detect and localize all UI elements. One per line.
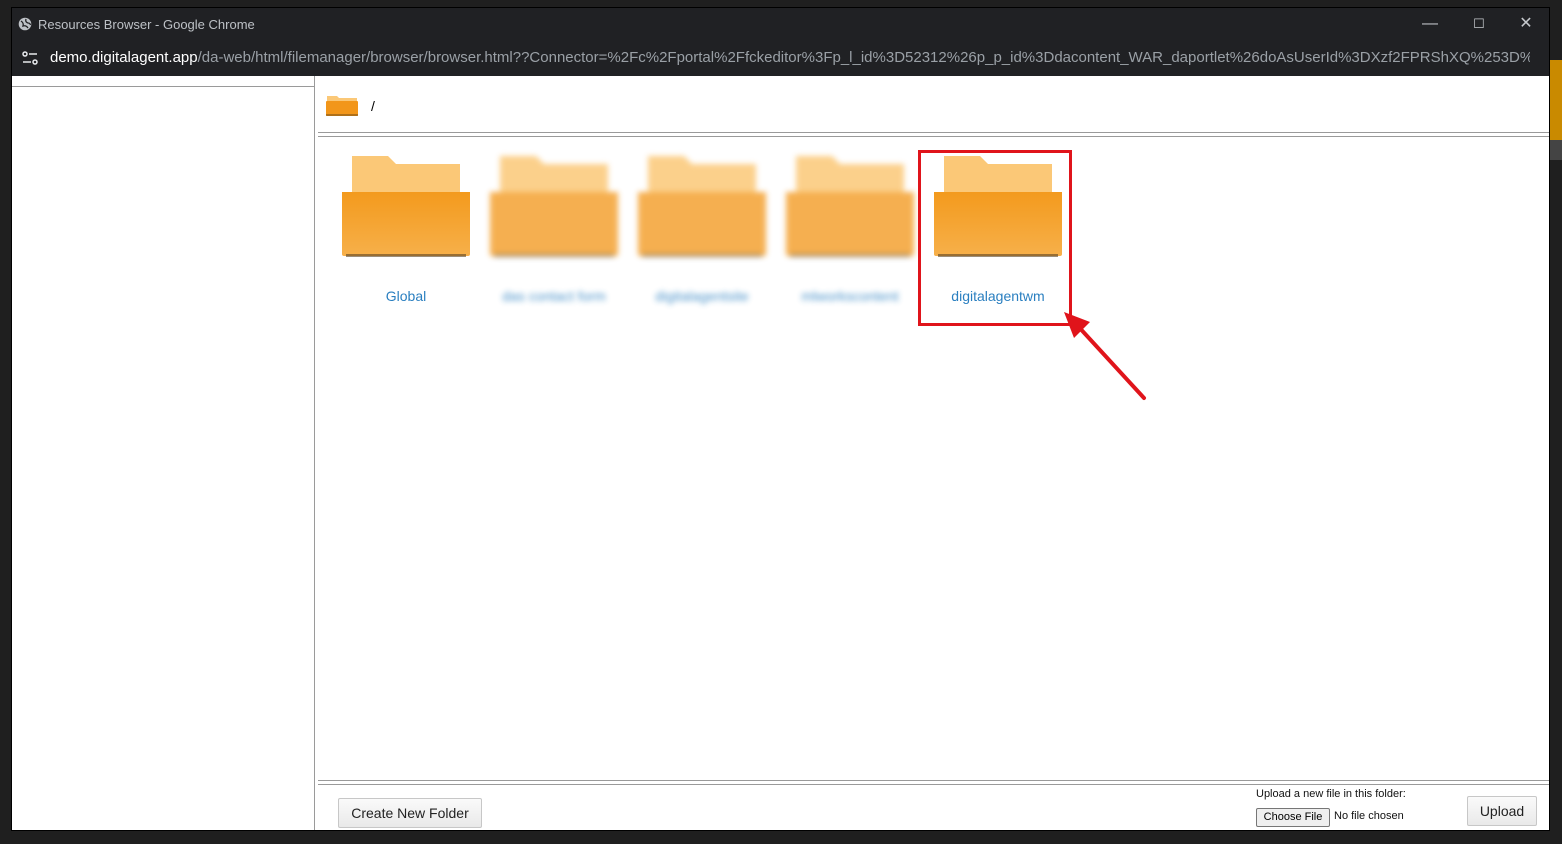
- close-button[interactable]: ✕: [1514, 14, 1538, 34]
- breadcrumb-path[interactable]: /: [371, 98, 375, 114]
- minimize-button[interactable]: —: [1418, 14, 1442, 34]
- folder-icon: [326, 96, 358, 116]
- folder-icon: [786, 156, 914, 257]
- folder-label[interactable]: mlworkscontent: [776, 288, 924, 304]
- address-bar[interactable]: demo.digitalagent.app/da-web/html/filema…: [12, 40, 1549, 76]
- browser-pane: / Global das contact form digitalagentsi…: [318, 76, 1549, 830]
- url-text[interactable]: demo.digitalagent.app/da-web/html/filema…: [50, 49, 1530, 66]
- file-manager: / Global das contact form digitalagentsi…: [12, 76, 1549, 830]
- highlight-box: [918, 150, 1072, 326]
- maximize-button[interactable]: ☐: [1467, 14, 1491, 34]
- folder-item[interactable]: Global: [332, 150, 480, 304]
- annotation-arrow: [1064, 312, 1146, 400]
- folder-label[interactable]: digitalagentsite: [628, 288, 776, 304]
- folder-grid: Global das contact form digitalagentsite…: [318, 140, 1549, 780]
- folder-label[interactable]: Global: [332, 288, 480, 304]
- upload-hint: Upload a new file in this folder:: [1256, 788, 1406, 800]
- folder-item[interactable]: das contact form: [480, 150, 628, 304]
- folder-tree-pane: [12, 76, 315, 830]
- folder-icon: [490, 156, 618, 257]
- divider: [318, 780, 1549, 785]
- create-folder-button[interactable]: Create New Folder: [338, 798, 482, 828]
- title-bar: Resources Browser - Google Chrome — ☐ ✕: [12, 8, 1549, 40]
- url-path: /da-web/html/filemanager/browser/browser…: [197, 49, 1530, 66]
- site-settings-icon[interactable]: [22, 51, 38, 65]
- window-title: Resources Browser - Google Chrome: [38, 17, 255, 32]
- folder-icon: [342, 156, 470, 257]
- no-file-text: No file chosen: [1334, 810, 1404, 822]
- folder-item[interactable]: mlworkscontent: [776, 150, 924, 304]
- upload-button[interactable]: Upload: [1467, 796, 1537, 826]
- url-host: demo.digitalagent.app: [50, 49, 198, 66]
- globe-icon: [18, 17, 32, 31]
- divider: [318, 132, 1549, 137]
- choose-file-button[interactable]: Choose File: [1256, 808, 1330, 827]
- background-page-edge: [1550, 60, 1562, 140]
- folder-item[interactable]: digitalagentsite: [628, 150, 776, 304]
- popup-window: Resources Browser - Google Chrome — ☐ ✕ …: [12, 8, 1549, 830]
- folder-label[interactable]: das contact form: [480, 288, 628, 304]
- background-page-edge-dark: [1550, 140, 1562, 160]
- folder-icon: [638, 156, 766, 257]
- divider: [12, 86, 314, 87]
- breadcrumb: /: [318, 76, 1549, 132]
- footer-bar: Create New Folder Upload a new file in t…: [318, 788, 1549, 830]
